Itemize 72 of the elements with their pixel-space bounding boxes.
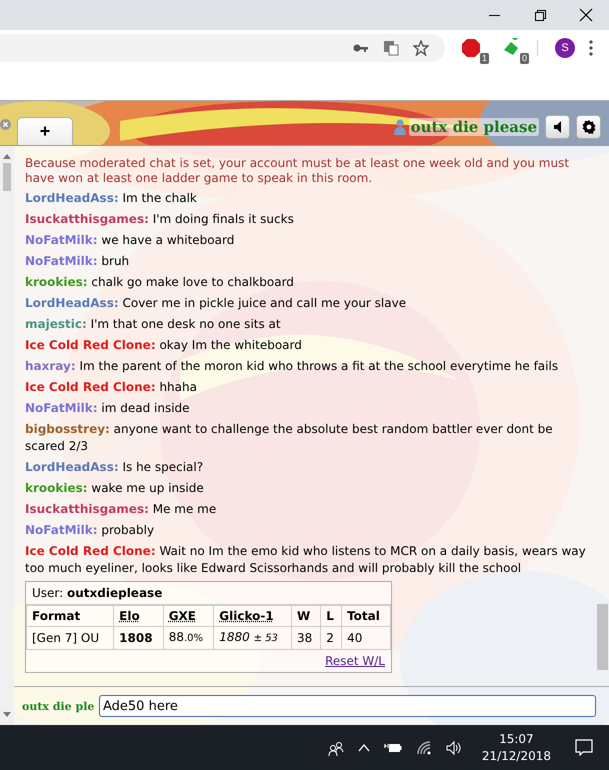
table-cell: 1808 <box>114 626 164 650</box>
new-tab-button[interactable]: + <box>17 117 73 145</box>
bookmark-button[interactable] <box>413 40 429 56</box>
menu-icon <box>589 40 593 56</box>
clock-date: 21/12/2018 <box>482 748 551 764</box>
up-arrow-icon <box>3 154 11 159</box>
table-cell: 38 <box>291 626 321 650</box>
down-arrow-icon <box>3 712 11 717</box>
column-header: Elo <box>114 606 164 626</box>
input-label: outx die ple <box>22 700 96 712</box>
star-icon <box>413 40 429 56</box>
volume-icon <box>446 740 462 756</box>
tray-expand-button[interactable] <box>358 742 370 754</box>
chat-message: krookies: wake me up inside <box>25 480 205 497</box>
speech-bubble-icon <box>575 739 593 756</box>
chat-message: Ice Cold Red Clone: Wait no Im the emo kid who listens to MCR on a daily basis, wears way too much eyeliner, looks like Edward Scissorhands and will probably kill the school <box>25 543 587 577</box>
scrollbar[interactable] <box>0 146 14 725</box>
column-header: Total <box>342 606 390 626</box>
close-icon <box>0 119 11 130</box>
stop-sign-icon <box>461 38 481 58</box>
chat-message: Ice Cold Red Clone: okay Im the whiteboard <box>25 337 303 354</box>
column-header: L <box>320 606 342 626</box>
badge-count: 0 <box>520 52 529 64</box>
chat-input[interactable]: Ade50 here <box>99 695 596 717</box>
username[interactable]: outx die please <box>408 118 539 136</box>
chat-message: Isuckatthisgames: I'm doing finals it sucks <box>25 211 295 228</box>
table-cell: 1880 ± 53 <box>214 626 292 650</box>
system-message: Because moderated chat is set, your account must be at least one week old and you must have won at least one ladder game to speak in this room. <box>25 156 570 186</box>
wifi-button[interactable] <box>416 740 432 756</box>
people-icon <box>328 740 344 756</box>
badge-count: 1 <box>480 52 489 64</box>
notifications-button[interactable] <box>575 739 593 756</box>
chat-message: bigbosstrey: anyone want to challenge the absolute best random battler ever dont be scared 2/3 <box>25 421 554 455</box>
reset-link[interactable]: Reset W/L <box>325 654 385 668</box>
profile-avatar[interactable]: S <box>555 38 575 58</box>
chat-message: NoFatMilk: im dead inside <box>25 400 191 417</box>
chat-message: LordHeadAss: Cover me in pickle juice and call me your slave <box>25 295 408 312</box>
chat-message: Isuckatthisgames: Me me me <box>25 501 218 518</box>
speaker-icon <box>552 120 564 134</box>
chat-message: krookies: chalk go make love to chalkboard <box>25 274 295 291</box>
settings-icon <box>580 119 596 135</box>
ladder-user: User: outxdieplease <box>26 582 391 605</box>
people-button[interactable] <box>328 740 344 756</box>
scrollbar-thumb[interactable] <box>596 604 608 670</box>
wifi-icon <box>416 740 432 756</box>
scrollbar-thumb[interactable] <box>3 163 11 191</box>
sound-button[interactable] <box>545 115 570 139</box>
column-header: Format <box>26 606 114 626</box>
chat-message: haxray: Im the parent of the moron kid who throws a fit at the school everytime he fails <box>25 358 560 375</box>
chat-message: NoFatMilk: we have a whiteboard <box>25 232 236 249</box>
clock-time: 15:07 <box>499 730 534 748</box>
chat-message: LordHeadAss: Is he special? <box>25 459 204 476</box>
minimize-icon <box>488 14 500 16</box>
chat-message: NoFatMilk: probably <box>25 522 156 539</box>
volume-button[interactable] <box>446 740 462 756</box>
table-cell: 2 <box>320 626 342 650</box>
user-icon <box>394 119 406 135</box>
chat-message: NoFatMilk: bruh <box>25 253 130 270</box>
menu-button[interactable] <box>589 40 593 56</box>
table-cell: 88.0% <box>163 626 214 650</box>
chat-message: LordHeadAss: Im the chalk <box>25 190 198 207</box>
column-header: GXE <box>163 606 214 626</box>
table-cell: [Gen 7] OU <box>26 626 114 650</box>
column-header: Glicko-1 <box>214 606 292 626</box>
table-cell: 40 <box>342 626 390 650</box>
restore-icon <box>534 8 546 22</box>
chat-message: majestic: I'm that one desk no one sits at <box>25 316 282 333</box>
chevron-up-icon <box>358 742 370 754</box>
close-icon <box>579 8 593 22</box>
settings-button[interactable] <box>576 115 601 139</box>
column-header: W <box>291 606 321 626</box>
chat-message: Ice Cold Red Clone: hhaha <box>25 379 198 396</box>
